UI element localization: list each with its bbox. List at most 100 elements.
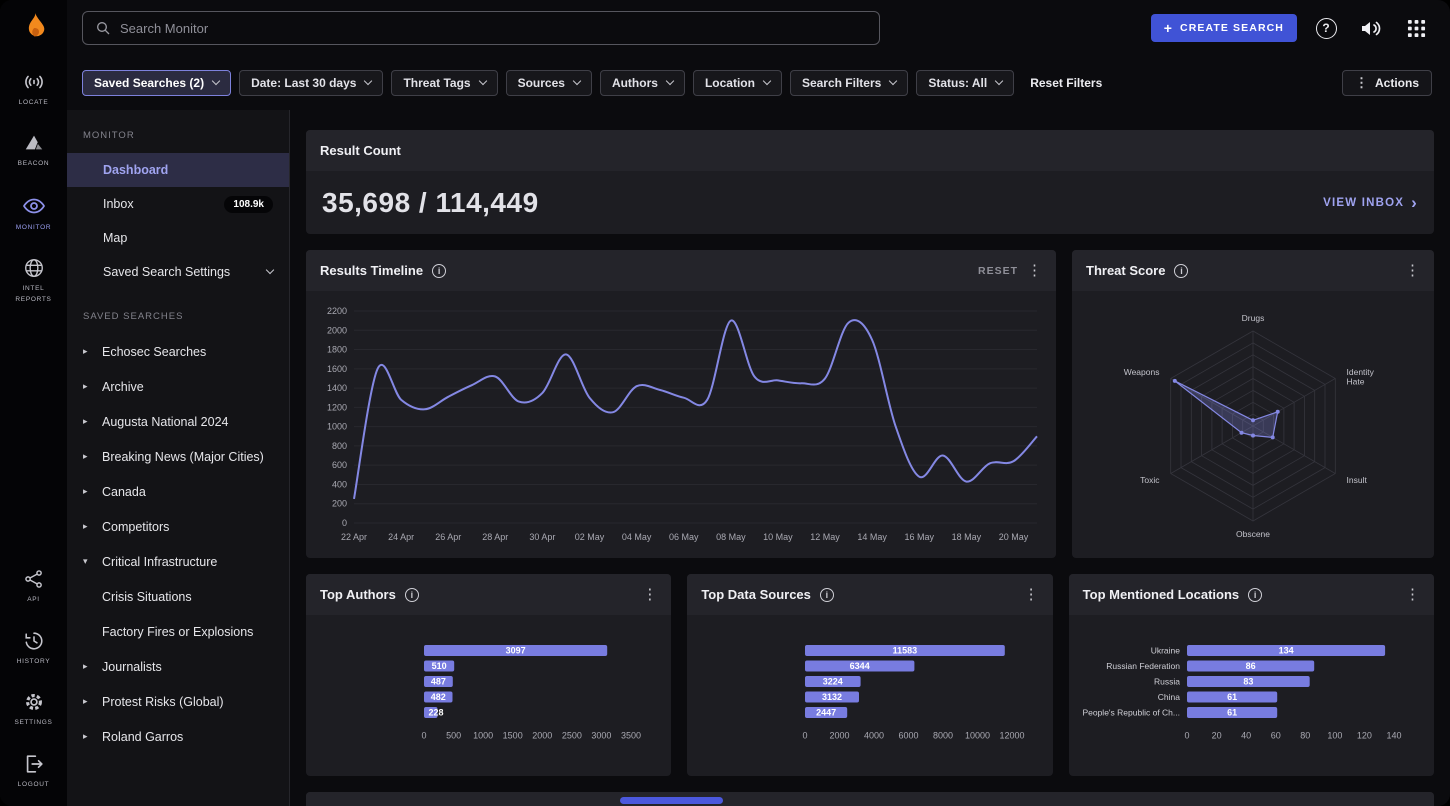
search-input[interactable] xyxy=(120,21,867,36)
sidebar-item-map[interactable]: Map xyxy=(67,221,289,255)
svg-text:Insult: Insult xyxy=(1347,475,1368,485)
saved-search-item[interactable]: ▾Critical Infrastructure xyxy=(67,544,289,579)
rail-item-history[interactable]: HISTORY xyxy=(4,630,64,667)
kebab-menu-icon[interactable] xyxy=(642,585,657,604)
threat-score-card: Threat Score DrugsIdentityHateInsultObsc… xyxy=(1072,250,1434,558)
svg-text:1800: 1800 xyxy=(327,345,347,355)
saved-search-label: Roland Garros xyxy=(102,730,183,744)
info-icon[interactable] xyxy=(432,264,446,278)
info-icon[interactable] xyxy=(1174,264,1188,278)
svg-text:60: 60 xyxy=(1270,731,1280,741)
chevron-right-icon xyxy=(1411,194,1418,211)
view-inbox-link[interactable]: VIEW INBOX xyxy=(1323,194,1418,211)
saved-searches-list: ▸Echosec Searches▸Archive▸Augusta Nation… xyxy=(67,334,289,754)
chevron-down-icon xyxy=(364,77,372,85)
chevron-right-icon: ▸ xyxy=(83,521,91,532)
sidebar-item-dashboard[interactable]: Dashboard xyxy=(67,153,289,187)
svg-text:140: 140 xyxy=(1386,731,1401,741)
api-share-icon xyxy=(23,568,45,590)
info-icon[interactable] xyxy=(820,588,834,602)
search-bar[interactable] xyxy=(82,11,880,45)
rail-item-label: MONITOR xyxy=(16,223,51,233)
rail-item-intel-reports[interactable]: INTEL REPORTS xyxy=(4,257,64,305)
sidebar-item-saved-search-settings[interactable]: Saved Search Settings xyxy=(67,255,289,289)
rail-item-label: BEACON xyxy=(18,159,50,169)
help-button[interactable] xyxy=(1310,12,1342,44)
svg-text:26 Apr: 26 Apr xyxy=(435,532,461,542)
filter-chip[interactable]: Sources xyxy=(506,70,592,96)
gear-icon xyxy=(23,691,45,713)
saved-search-item[interactable]: ▸Breaking News (Major Cities) xyxy=(67,439,289,474)
chevron-right-icon: ▸ xyxy=(83,486,91,497)
sidebar-item-inbox[interactable]: Inbox108.9k xyxy=(67,187,289,221)
actions-button[interactable]: Actions xyxy=(1342,70,1432,96)
rail-item-locate[interactable]: LOCATE xyxy=(4,71,64,108)
filter-chip[interactable]: Authors xyxy=(600,70,685,96)
saved-search-child-item[interactable]: Crisis Situations xyxy=(67,579,289,614)
filter-chip[interactable]: Saved Searches (2) xyxy=(82,70,231,96)
svg-text:06 May: 06 May xyxy=(669,532,699,542)
info-icon[interactable] xyxy=(405,588,419,602)
threat-score-header: Threat Score xyxy=(1072,250,1434,291)
filter-chip[interactable]: Date: Last 30 days xyxy=(239,70,383,96)
svg-text:10000: 10000 xyxy=(965,731,990,741)
saved-search-item[interactable]: ▸ Competitors xyxy=(67,509,289,544)
rail-item-beacon[interactable]: BEACON xyxy=(4,132,64,169)
info-icon[interactable] xyxy=(1248,588,1262,602)
svg-text:Drugs: Drugs xyxy=(1242,313,1265,323)
inbox-count-badge: 108.9k xyxy=(224,196,273,213)
svg-text:482: 482 xyxy=(431,692,446,702)
announcements-button[interactable] xyxy=(1355,12,1387,44)
result-count-value: 35,698 / 114,449 xyxy=(322,187,539,219)
filter-chip[interactable]: Threat Tags xyxy=(391,70,497,96)
chevron-down-icon xyxy=(763,77,771,85)
rail-item-settings[interactable]: SETTINGS xyxy=(4,691,64,728)
kebab-menu-icon[interactable] xyxy=(1405,261,1420,280)
rail-item-label: LOGOUT xyxy=(18,780,50,790)
saved-search-item[interactable]: ▸Canada xyxy=(67,474,289,509)
rail-item-label: SETTINGS xyxy=(14,718,52,728)
saved-search-item[interactable]: ▸Archive xyxy=(67,369,289,404)
locate-icon xyxy=(22,71,46,93)
filter-chip[interactable]: Search Filters xyxy=(790,70,908,96)
reset-chart-button[interactable]: RESET xyxy=(978,265,1018,277)
saved-search-item[interactable]: ▸Echosec Searches xyxy=(67,334,289,369)
saved-search-label: Competitors xyxy=(102,520,169,534)
svg-text:04 May: 04 May xyxy=(622,532,652,542)
svg-text:Russian Federation: Russian Federation xyxy=(1106,661,1180,671)
result-count-header: Result Count xyxy=(306,130,1434,171)
saved-search-item[interactable]: ▸Roland Garros xyxy=(67,719,289,754)
rail-item-logout[interactable]: LOGOUT xyxy=(4,753,64,790)
svg-text:0: 0 xyxy=(1184,731,1189,741)
chevron-right-icon: ▸ xyxy=(83,416,91,427)
kebab-menu-icon[interactable] xyxy=(1024,585,1039,604)
icon-rail: LOCATE BEACON MONITOR INTEL REPORTS API xyxy=(0,0,67,806)
top-authors-chart: 3097510487482228050010001500200025003000… xyxy=(306,615,671,775)
chevron-down-icon xyxy=(889,77,897,85)
saved-search-item[interactable]: ▸Augusta National 2024 xyxy=(67,404,289,439)
svg-text:6000: 6000 xyxy=(899,731,919,741)
svg-text:IdentityHate: IdentityHate xyxy=(1347,367,1375,387)
filter-chip-label: Date: Last 30 days xyxy=(251,76,356,90)
saved-search-item[interactable]: ▸Protest Risks (Global) xyxy=(67,684,289,719)
chevron-right-icon: ▸ xyxy=(83,696,91,707)
kebab-menu-icon[interactable] xyxy=(1405,585,1420,604)
brand-flame-logo[interactable] xyxy=(20,12,48,49)
top-mentioned-locations-chart: 134Ukraine86Russian Federation83Russia61… xyxy=(1069,615,1434,775)
reset-filters-button[interactable]: Reset Filters xyxy=(1030,76,1102,90)
horizontal-scrollbar-thumb[interactable] xyxy=(620,797,723,804)
sidebar-item-label: Saved Search Settings xyxy=(103,265,230,279)
create-search-button[interactable]: CREATE SEARCH xyxy=(1151,14,1297,42)
apps-grid-button[interactable] xyxy=(1400,12,1432,44)
rail-item-monitor[interactable]: MONITOR xyxy=(4,194,64,233)
history-clock-icon xyxy=(23,630,45,652)
svg-text:2000: 2000 xyxy=(327,325,347,335)
card-title: Top Data Sources xyxy=(701,587,811,602)
kebab-menu-icon[interactable] xyxy=(1027,261,1042,280)
saved-search-child-item[interactable]: Factory Fires or Explosions xyxy=(67,614,289,649)
filter-chip[interactable]: Status: All xyxy=(916,70,1014,96)
svg-text:4000: 4000 xyxy=(864,731,884,741)
filter-chip[interactable]: Location xyxy=(693,70,782,96)
saved-search-item[interactable]: ▸Journalists xyxy=(67,649,289,684)
rail-item-api[interactable]: API xyxy=(4,568,64,605)
